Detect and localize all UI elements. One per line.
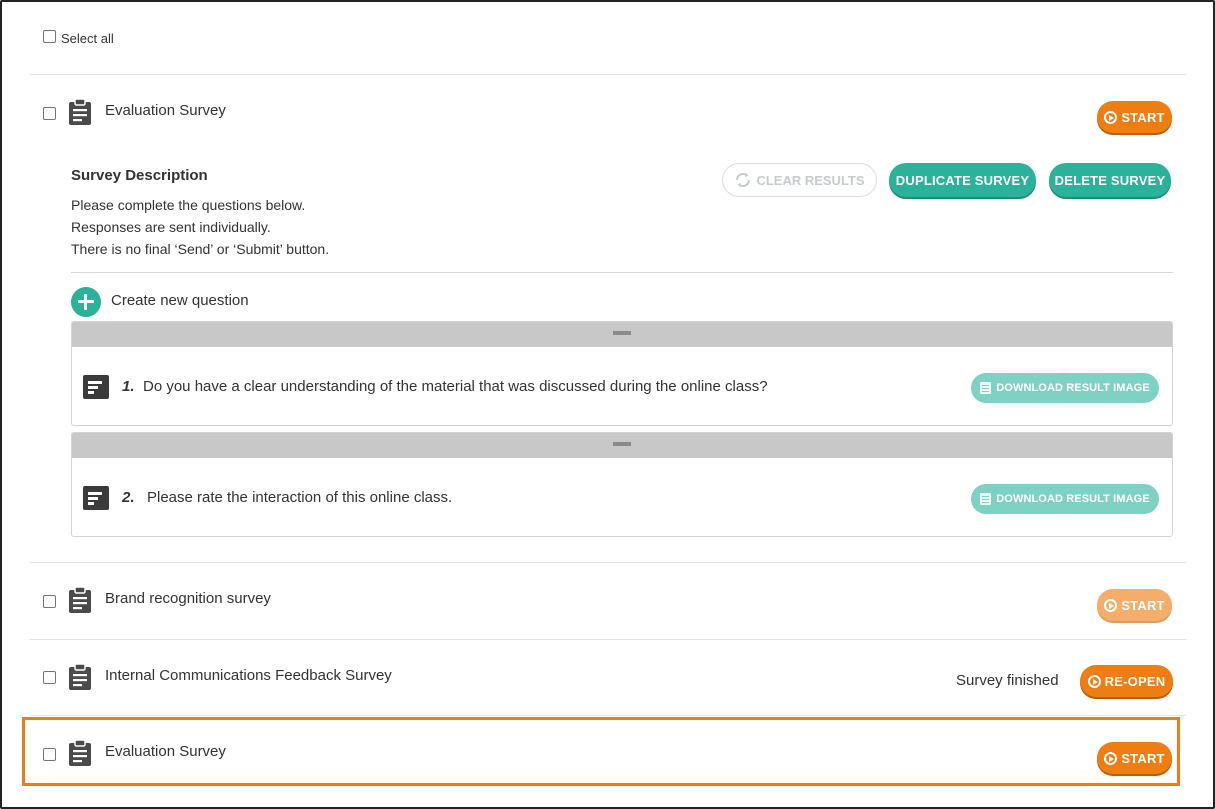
question-number: 1. <box>122 378 135 395</box>
divider <box>30 639 1186 640</box>
plus-circle-icon <box>71 287 101 317</box>
download-result-image-label: DOWNLOAD RESULT IMAGE <box>996 382 1150 394</box>
question-text[interactable]: Please rate the interaction of this onli… <box>147 489 452 506</box>
create-question-label: Create new question <box>111 292 249 309</box>
survey-title[interactable]: Brand recognition survey <box>105 590 271 607</box>
description-heading: Survey Description <box>71 167 208 184</box>
clear-results-label: CLEAR RESULTS <box>756 172 865 188</box>
select-all-label: Select all <box>61 31 114 46</box>
description-line: There is no final ‘Send’ or ‘Submit’ but… <box>71 241 330 257</box>
download-result-image-button[interactable]: DOWNLOAD RESULT IMAGE <box>971 373 1159 403</box>
download-result-image-button[interactable]: DOWNLOAD RESULT IMAGE <box>971 484 1159 514</box>
reopen-button[interactable]: RE-OPEN <box>1080 665 1173 697</box>
description-line: Responses are sent individually. <box>71 219 271 235</box>
duplicate-survey-label: DUPLICATE SURVEY <box>895 172 1030 188</box>
highlight-box <box>22 717 1180 786</box>
clipboard-icon <box>69 663 91 690</box>
survey-checkbox[interactable] <box>43 671 56 684</box>
survey-title[interactable]: Internal Communications Feedback Survey <box>105 667 392 684</box>
drag-handle-icon <box>613 331 631 335</box>
text-lines-icon <box>83 486 109 510</box>
reopen-button-label: RE-OPEN <box>1104 673 1166 689</box>
play-circle-icon <box>1104 110 1118 124</box>
delete-survey-button[interactable]: DELETE SURVEY <box>1049 163 1171 197</box>
divider <box>30 715 1186 716</box>
survey-checkbox[interactable] <box>43 595 56 608</box>
description-divider <box>71 272 1173 273</box>
survey-checkbox[interactable] <box>43 107 56 120</box>
start-button[interactable]: START <box>1097 589 1172 621</box>
question-text[interactable]: Do you have a clear understanding of the… <box>143 378 768 395</box>
text-lines-icon <box>83 375 109 399</box>
clipboard-icon <box>69 586 91 613</box>
clear-results-button[interactable]: CLEAR RESULTS <box>722 163 877 197</box>
start-button-label: START <box>1121 109 1165 125</box>
drag-handle-icon <box>613 442 631 446</box>
description-line: Please complete the questions below. <box>71 197 306 213</box>
start-button[interactable]: START <box>1097 101 1172 133</box>
start-button-label: START <box>1121 597 1165 613</box>
divider <box>30 562 1186 563</box>
survey-status: Survey finished <box>956 672 1059 689</box>
delete-survey-label: DELETE SURVEY <box>1054 172 1166 188</box>
question-number: 2. <box>122 489 135 506</box>
divider <box>30 74 1186 75</box>
document-icon <box>980 493 992 505</box>
document-icon <box>980 382 992 394</box>
question-card: 1. Do you have a clear understanding of … <box>71 321 1173 426</box>
play-circle-icon <box>1104 598 1118 612</box>
clipboard-icon <box>69 98 91 125</box>
drag-handle[interactable] <box>72 433 1172 458</box>
play-circle-icon <box>1087 674 1101 688</box>
duplicate-survey-button[interactable]: DUPLICATE SURVEY <box>889 163 1036 197</box>
download-result-image-label: DOWNLOAD RESULT IMAGE <box>996 493 1150 505</box>
refresh-icon <box>736 172 751 188</box>
survey-title[interactable]: Evaluation Survey <box>105 102 226 119</box>
drag-handle[interactable] <box>72 322 1172 347</box>
select-all-checkbox[interactable] <box>43 30 56 43</box>
question-card: 2. Please rate the interaction of this o… <box>71 432 1173 537</box>
